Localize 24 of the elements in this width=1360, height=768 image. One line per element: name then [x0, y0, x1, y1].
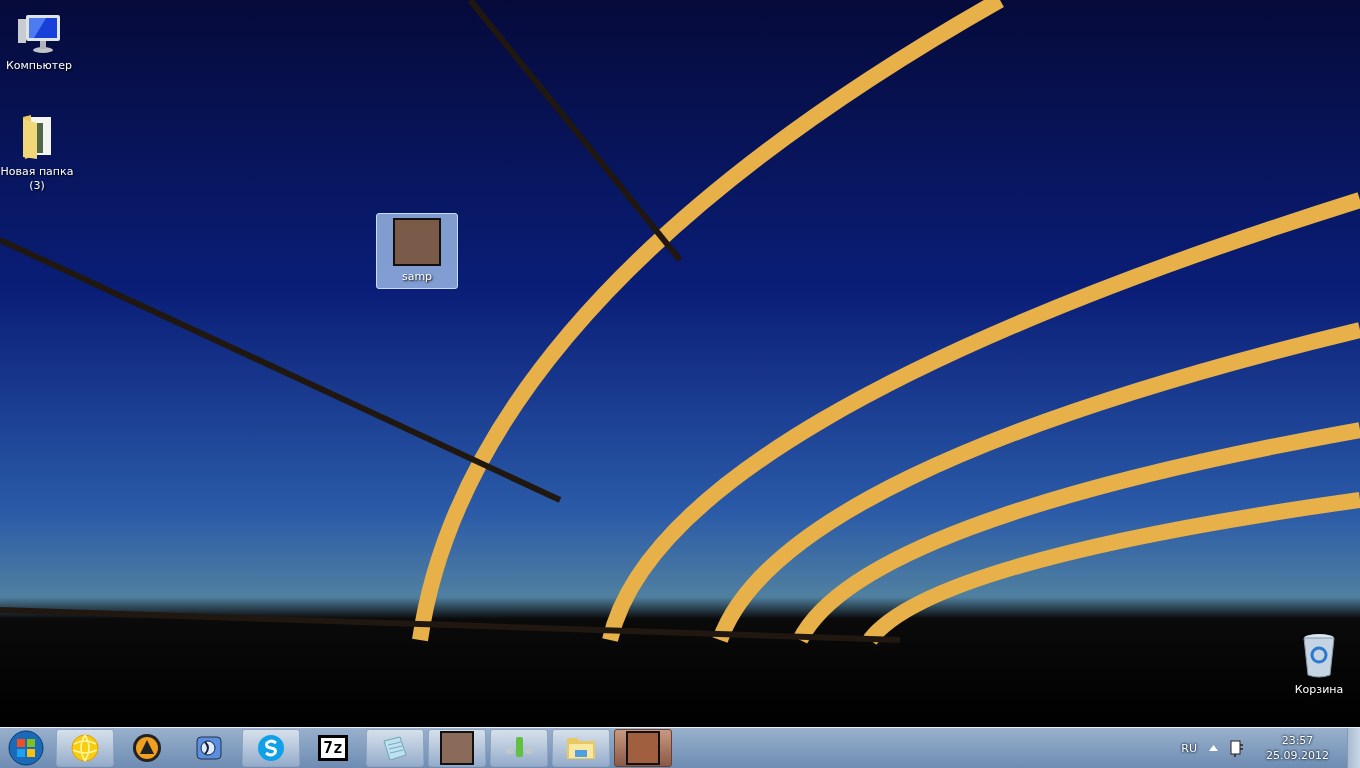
- globe-icon: [71, 734, 99, 762]
- taskbar-button[interactable]: [614, 729, 672, 767]
- archive-logo: 7z: [318, 735, 348, 761]
- show-desktop-button[interactable]: [1347, 728, 1360, 768]
- start-button[interactable]: [6, 729, 46, 767]
- show-hidden-icons-icon[interactable]: [1209, 745, 1218, 751]
- taskbar-button[interactable]: 7z: [304, 729, 362, 767]
- icon-label: Компьютер: [6, 59, 72, 73]
- icon-label: samp: [401, 270, 433, 284]
- power-plug-icon[interactable]: [1230, 739, 1244, 757]
- desktop-icon[interactable]: Корзина: [1278, 628, 1360, 702]
- chat-logo-icon: [256, 733, 286, 763]
- desktop-icon[interactable]: Компьютер: [0, 8, 80, 78]
- portrait-placeholder: [626, 731, 660, 765]
- recycle-bin-icon: [1302, 633, 1336, 679]
- icon-label: Корзина: [1294, 683, 1344, 697]
- computer-monitor-icon: [16, 13, 62, 55]
- portrait-placeholder: [393, 218, 441, 266]
- taskbar-button[interactable]: [428, 729, 486, 767]
- notepad-icon: [380, 733, 410, 763]
- desktop-icon[interactable]: Новая папка (3): [0, 108, 78, 198]
- portrait-placeholder: [440, 731, 474, 765]
- icon-label: Новая папка (3): [0, 165, 75, 193]
- triangle-logo-icon: [132, 733, 162, 763]
